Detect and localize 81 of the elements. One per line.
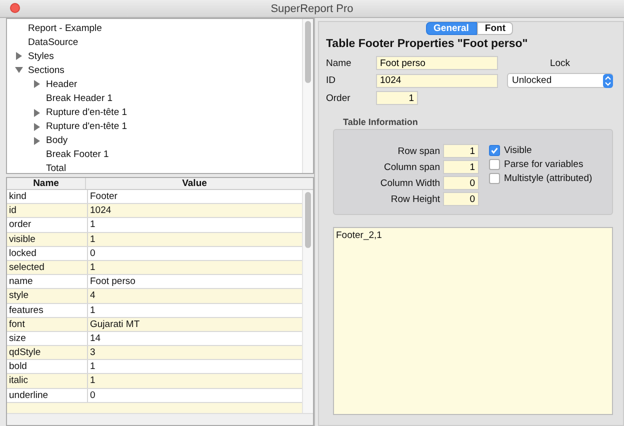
table-cell-text: 3 — [89, 346, 96, 360]
table-cell: qdStyle — [7, 346, 88, 360]
field-label: Lock — [548, 58, 572, 68]
checkbox-label: Multistyle (attributed) — [504, 173, 592, 184]
tree-item[interactable]: Sections — [28, 64, 64, 76]
table-cell: kind — [7, 190, 88, 204]
table-cell: font — [7, 318, 88, 331]
tree-item[interactable]: Styles — [28, 50, 54, 62]
table-cell: id — [7, 204, 88, 218]
table-cell: name — [7, 275, 88, 288]
input-field[interactable]: Foot perso — [376, 56, 498, 70]
tab[interactable]: Font — [476, 22, 514, 35]
table-cell: locked — [7, 246, 88, 260]
table-cell-text: 1 — [89, 374, 96, 388]
table-cell-text: 0 — [89, 388, 96, 402]
table-cell-text: 1024 — [89, 204, 112, 218]
table-cell-text: 4 — [89, 289, 96, 302]
expand-triangle-icon[interactable] — [33, 122, 41, 131]
input-field[interactable]: 1024 — [376, 74, 498, 88]
checkbox[interactable] — [489, 173, 500, 184]
scrollbar[interactable] — [302, 190, 313, 413]
table-cell-text: 14 — [89, 332, 102, 346]
stepper-icon — [603, 74, 613, 88]
table-cell-text: Footer — [89, 190, 118, 204]
checkbox[interactable] — [489, 159, 500, 170]
field-label: Column Width — [380, 178, 440, 188]
tree-item[interactable]: Rupture d'en-tête 1 — [46, 121, 128, 132]
expand-triangle-icon[interactable] — [33, 80, 41, 88]
window-title: SuperReport Pro — [270, 2, 354, 14]
table-cell: italic — [7, 374, 88, 388]
field-label: ID — [326, 75, 336, 86]
tree-item[interactable]: DataSource — [28, 36, 78, 48]
expand-triangle-icon[interactable] — [15, 52, 23, 60]
text-area[interactable]: Footer_2,1 — [333, 227, 613, 415]
tree-item[interactable]: Header — [46, 78, 78, 90]
column-header[interactable]: Name — [7, 178, 86, 189]
checkbox[interactable] — [489, 145, 500, 156]
field-label: Order — [326, 92, 352, 104]
table-cell: bold — [7, 360, 88, 374]
field-label: Column span — [384, 162, 440, 172]
input-field[interactable]: 1 — [443, 160, 479, 174]
scrollbar[interactable] — [302, 19, 313, 173]
table-cell-text: 1 — [89, 360, 96, 374]
table-cell: order — [7, 218, 88, 232]
horizontal-scrollbar[interactable] — [7, 413, 313, 425]
table-cell: style — [7, 289, 88, 302]
input-field[interactable]: 0 — [443, 176, 479, 190]
input-field[interactable]: 0 — [443, 192, 479, 206]
tree-item[interactable]: Body — [46, 135, 68, 146]
table-cell: selected — [7, 260, 88, 274]
tree-item[interactable]: Total — [46, 163, 66, 174]
panel-heading: Table Footer Properties "Foot perso" — [326, 38, 529, 50]
table-cell-text: 1 — [89, 218, 96, 232]
field-label: Row Height — [390, 194, 440, 204]
table-cell-text: 1 — [89, 304, 96, 317]
expand-triangle-icon[interactable] — [33, 136, 41, 145]
tree-item[interactable]: Break Footer 1 — [46, 149, 109, 160]
collapse-triangle-icon[interactable] — [15, 66, 23, 74]
table-cell: features — [7, 304, 88, 317]
expand-triangle-icon[interactable] — [33, 108, 41, 117]
tree-item[interactable]: Rupture d'en-tête 1 — [46, 107, 128, 118]
input-field[interactable]: 1 — [376, 91, 418, 105]
close-button[interactable] — [10, 3, 20, 13]
table-cell-text: 0 — [89, 246, 96, 260]
input-field[interactable]: 1 — [443, 144, 479, 158]
column-header[interactable]: Value — [86, 178, 303, 189]
table-cell: underline — [7, 388, 88, 402]
table-cell-text: 1 — [89, 232, 96, 246]
field-label: Name — [326, 58, 352, 68]
table-cell-text: Foot perso — [89, 275, 136, 288]
field-label: Row span — [398, 146, 440, 156]
dropdown[interactable]: Unlocked — [507, 73, 613, 88]
tree-item[interactable]: Break Header 1 — [46, 93, 113, 104]
checkbox-label: Parse for variables — [504, 159, 584, 170]
checkbox-label: Visible — [504, 145, 532, 156]
tree-item[interactable]: Report - Example — [28, 22, 102, 34]
table-cell: visible — [7, 232, 88, 246]
table-cell-text: Gujarati MT — [89, 318, 141, 331]
table-cell-text: 1 — [89, 260, 96, 274]
group-title: Table Information — [343, 117, 419, 127]
table-cell: size — [7, 332, 88, 346]
